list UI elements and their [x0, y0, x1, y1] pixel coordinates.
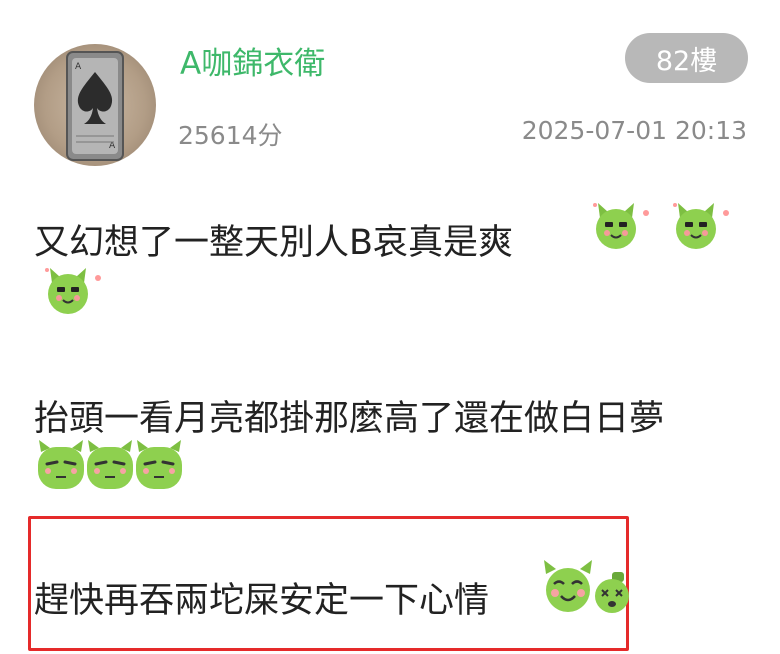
- green-devil-tired-icon: [87, 440, 133, 489]
- post-text-line-1: 又幻想了一整天別人B哀真是爽: [34, 223, 514, 263]
- floor-badge: 82樓: [625, 33, 748, 83]
- post-timestamp: 2025-07-01 20:13: [521, 116, 747, 145]
- green-devil-smile-icon: [673, 203, 729, 249]
- username[interactable]: A咖錦衣衛: [180, 38, 325, 83]
- svg-text:A: A: [75, 62, 82, 72]
- post-text-line-2: 抬頭一看月亮都掛那麼高了還在做白日夢: [34, 399, 665, 439]
- avatar[interactable]: A A: [34, 44, 156, 166]
- green-devil-tired-icon: [38, 440, 84, 489]
- green-devil-happy-icon: [544, 560, 592, 612]
- green-devil-smile-icon: [45, 268, 101, 314]
- green-devil-tired-icon: [136, 440, 182, 489]
- green-devil-smile-icon: [593, 203, 649, 249]
- spade-lighter-icon: A A: [66, 51, 124, 161]
- green-devil-dizzy-icon: [595, 572, 629, 613]
- post-text-line-3: 趕快再吞兩坨屎安定一下心情: [34, 581, 490, 621]
- user-score: 25614分: [178, 121, 283, 150]
